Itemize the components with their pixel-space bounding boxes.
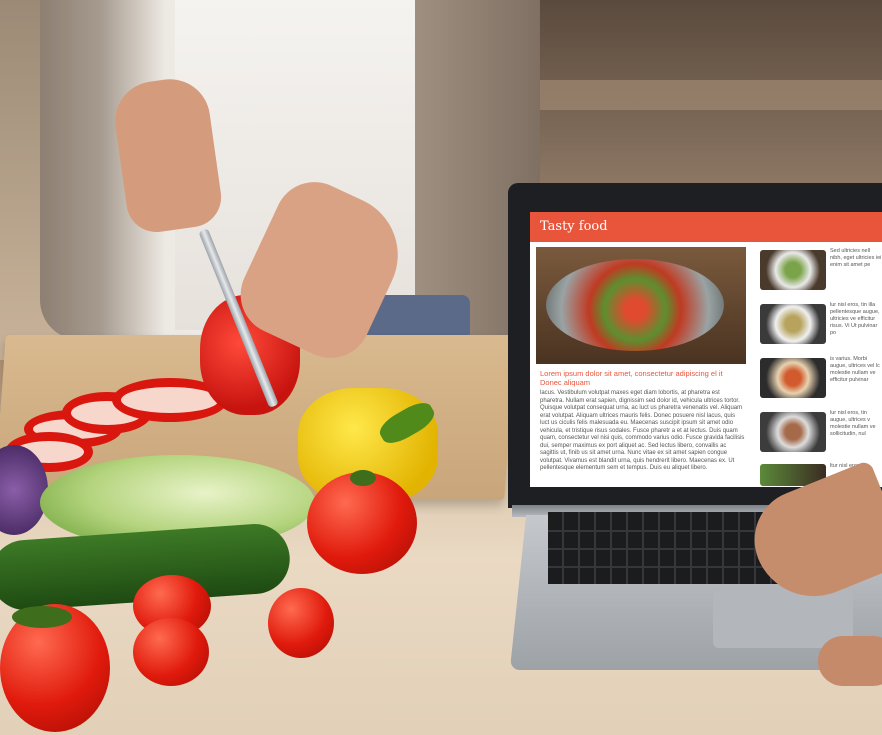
cherry-tomato	[133, 618, 209, 686]
site-header: Tasty food	[530, 212, 882, 242]
recipe-thumbnail[interactable]	[760, 358, 826, 398]
kitchen-scene: Tasty food Lorem ipsum dolor sit amet, c…	[0, 0, 882, 735]
tomato-stem	[12, 606, 72, 628]
article-body: lacus. Vestibulum volutpat maxes eget di…	[540, 390, 745, 471]
tomato	[307, 472, 417, 574]
thumb	[818, 636, 882, 686]
laptop-display: Tasty food Lorem ipsum dolor sit amet, c…	[530, 212, 882, 487]
article-headline[interactable]: Lorem ipsum dolor sit amet, consectetur …	[540, 369, 745, 387]
hero-image[interactable]	[536, 247, 746, 364]
recipe-thumbnail[interactable]	[760, 304, 826, 344]
site-title[interactable]: Tasty food	[540, 219, 608, 234]
tomato-stem	[350, 470, 376, 486]
recipe-snippet: lur nisl eros, tin illa pellentesque aug…	[830, 302, 880, 336]
cherry-tomato	[268, 588, 334, 658]
salad-bowl	[546, 259, 724, 351]
recipe-snippet: lur nisl eros, tin augue, ultrices v mol…	[830, 410, 876, 437]
recipe-thumbnail[interactable]	[760, 250, 826, 290]
recipe-snippet: is varius. Morbi augue, ultrices vel lc …	[830, 356, 880, 383]
recipe-thumbnail[interactable]	[760, 412, 826, 452]
recipe-snippet: Sed ultricies nell nibh, eget ultricies …	[830, 248, 882, 268]
kitchen-shelf	[540, 80, 882, 110]
